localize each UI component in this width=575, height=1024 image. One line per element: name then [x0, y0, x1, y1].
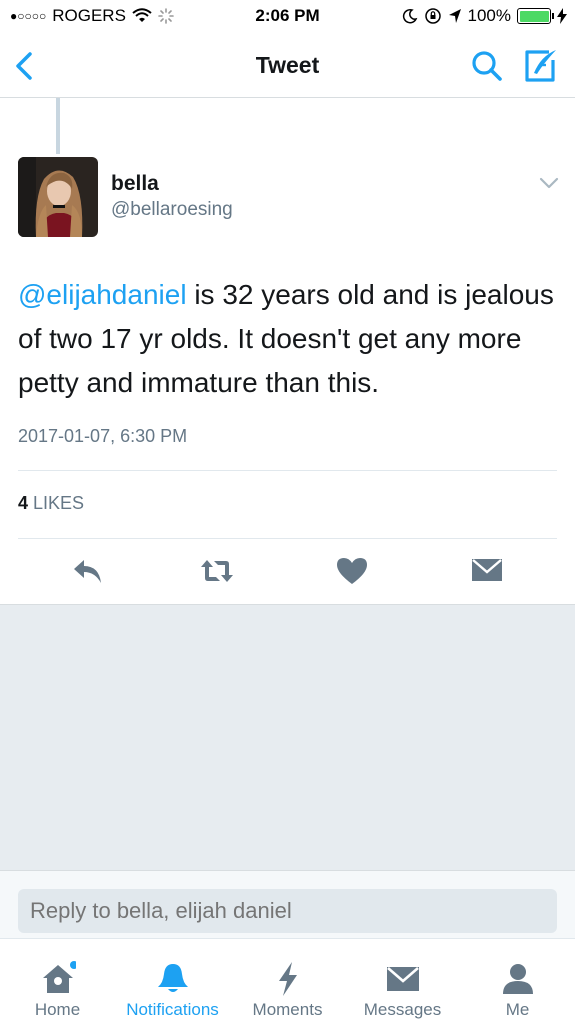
- author-name[interactable]: bella: [111, 172, 159, 196]
- avatar[interactable]: [18, 157, 98, 237]
- status-right: 100%: [402, 6, 567, 26]
- tab-moments[interactable]: Moments: [230, 939, 345, 1024]
- do-not-disturb-icon: [402, 8, 417, 24]
- divider: [18, 470, 557, 471]
- thread-connector-line: [56, 98, 60, 154]
- content-background: [0, 604, 575, 870]
- compose-tweet-icon[interactable]: [521, 46, 561, 86]
- reply-input[interactable]: [18, 889, 557, 933]
- heart-icon[interactable]: [335, 556, 369, 586]
- direct-message-icon[interactable]: [470, 556, 504, 586]
- bell-icon: [157, 964, 188, 992]
- chevron-down-icon[interactable]: [538, 172, 560, 194]
- likes-label: LIKES: [33, 493, 85, 513]
- retweet-icon[interactable]: [200, 556, 234, 586]
- reply-bar: [0, 870, 575, 938]
- person-icon: [502, 964, 533, 994]
- tweet-actions: [0, 538, 575, 604]
- tab-label: Me: [505, 1000, 530, 1019]
- tweet-text: @elijahdaniel is 32 years old and is jea…: [18, 273, 558, 405]
- home-icon: [42, 961, 76, 993]
- location-icon: [448, 9, 461, 23]
- battery-percentage: 100%: [467, 6, 511, 25]
- tab-label: Messages: [363, 1000, 442, 1019]
- reply-icon[interactable]: [71, 556, 105, 586]
- tab-bar: Home Notifications Moments Messages Me: [0, 938, 575, 1024]
- tab-me[interactable]: Me: [460, 939, 575, 1024]
- tab-messages[interactable]: Messages: [345, 939, 460, 1024]
- orientation-lock-icon: [424, 8, 441, 24]
- likes-count[interactable]: 4 LIKES: [18, 493, 84, 514]
- navigation-bar: Tweet: [0, 36, 575, 98]
- author-handle[interactable]: @bellaroesing: [111, 199, 233, 221]
- tab-label: Home: [34, 1000, 81, 1019]
- mention-link[interactable]: @elijahdaniel: [18, 279, 187, 310]
- envelope-icon: [386, 967, 419, 991]
- tab-notifications[interactable]: Notifications: [115, 939, 230, 1024]
- lightning-icon: [278, 962, 297, 996]
- tweet-timestamp: 2017-01-07, 6:30 PM: [18, 426, 188, 446]
- avatar-photo: [18, 157, 98, 237]
- battery-icon: [517, 8, 554, 24]
- status-bar: ●○○○○ ROGERS 2:06 PM 100%: [0, 0, 575, 36]
- likes-number: 4: [18, 493, 29, 513]
- search-icon[interactable]: [469, 48, 505, 84]
- tab-label: Notifications: [126, 1000, 219, 1019]
- tab-home[interactable]: Home: [0, 939, 115, 1024]
- tab-label: Moments: [252, 1000, 323, 1019]
- charging-icon: [557, 8, 567, 24]
